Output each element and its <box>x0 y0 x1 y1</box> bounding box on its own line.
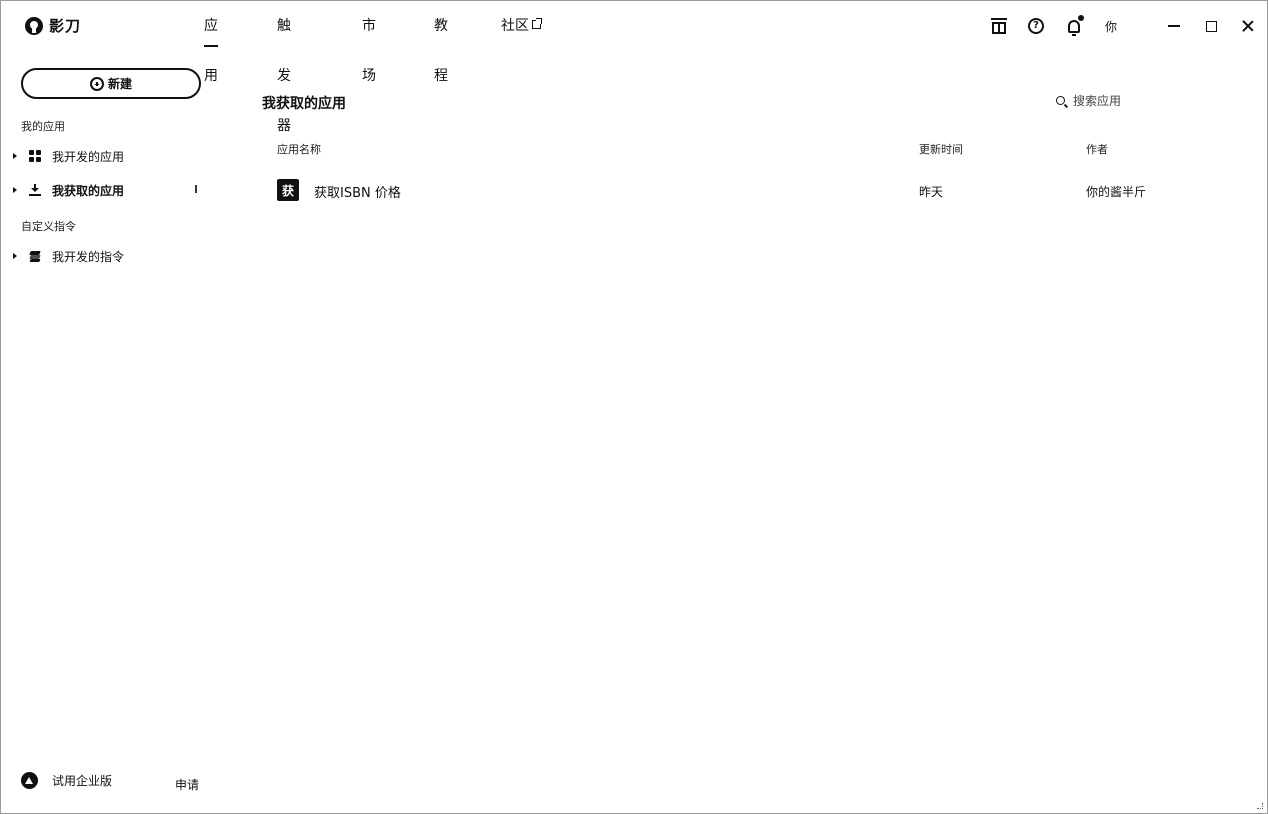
section-title-my-apps: 我的应用 <box>21 120 65 133</box>
help-icon: ? <box>1028 18 1044 34</box>
selection-indicator <box>195 185 197 193</box>
download-icon <box>29 184 41 196</box>
layers-icon <box>29 250 41 262</box>
app-icon: 获 <box>277 179 299 201</box>
close-icon <box>1242 20 1254 32</box>
app-updated: 昨天 <box>919 185 944 199</box>
search-placeholder: 搜索应用 <box>1073 94 1122 108</box>
close-button[interactable] <box>1233 13 1263 39</box>
new-button[interactable]: 新建 <box>21 68 201 99</box>
help-button[interactable]: ? <box>1024 13 1048 39</box>
app-window: 影刀 应用 触发器 市场 教程 社区 ? 你 新建 我的应用 我开发的应用 我获… <box>0 0 1268 814</box>
nav-tab-triggers[interactable]: 触发器 <box>277 1 291 134</box>
nav-tab-apps[interactable]: 应用 <box>204 1 218 84</box>
nav-tab-tutorials[interactable]: 教程 <box>434 1 448 84</box>
sidebar-item-developed-commands[interactable]: 我开发的指令 <box>13 244 203 268</box>
nav-tab-community[interactable]: 社区 <box>501 1 542 51</box>
bell-icon <box>1068 19 1080 36</box>
sidebar-item-label: 我开发的应用 <box>52 149 125 164</box>
app-logo: 影刀 <box>25 15 81 36</box>
notifications-button[interactable] <box>1062 13 1086 39</box>
expand-caret-icon[interactable] <box>13 153 17 159</box>
nav-tab-market[interactable]: 市场 <box>362 1 376 84</box>
user-menu[interactable]: 你 <box>1105 13 1117 39</box>
page-title: 我获取的应用 <box>262 96 346 112</box>
app-author: 你的酱半斤 <box>1086 185 1147 199</box>
column-header-name[interactable]: 应用名称 <box>277 141 321 157</box>
expand-caret-icon[interactable] <box>13 253 17 259</box>
section-title-custom-commands: 自定义指令 <box>21 220 76 233</box>
maximize-button[interactable] <box>1196 13 1226 39</box>
crown-icon <box>21 772 38 789</box>
gift-button[interactable] <box>987 13 1011 39</box>
maximize-icon <box>1205 20 1217 32</box>
apply-link[interactable]: 申请 <box>175 776 199 793</box>
app-title: 影刀 <box>49 17 82 35</box>
new-button-label: 新建 <box>107 77 132 91</box>
expand-caret-icon[interactable] <box>13 187 17 193</box>
sidebar-item-label: 我开发的指令 <box>52 249 125 264</box>
search-icon <box>1056 96 1065 105</box>
external-link-icon <box>532 18 542 29</box>
sidebar-item-label: 我获取的应用 <box>52 183 125 198</box>
search-input[interactable]: 搜索应用 <box>1056 92 1121 109</box>
trial-enterprise[interactable]: 试用企业版 <box>21 772 112 789</box>
gift-icon <box>991 18 1007 34</box>
app-name[interactable]: 获取ISBN 价格 <box>314 182 401 201</box>
sidebar-item-acquired-apps[interactable]: 我获取的应用 <box>13 178 203 202</box>
plus-icon <box>89 76 104 91</box>
notification-dot <box>1078 15 1084 21</box>
minimize-button[interactable] <box>1159 13 1189 39</box>
column-header-updated[interactable]: 更新时间 <box>919 141 963 157</box>
sidebar-item-developed-apps[interactable]: 我开发的应用 <box>13 144 203 168</box>
minimize-icon <box>1168 25 1180 27</box>
grid-icon <box>29 150 41 162</box>
logo-icon <box>25 16 43 35</box>
resize-grip[interactable] <box>1257 803 1263 809</box>
column-header-author[interactable]: 作者 <box>1086 141 1108 157</box>
user-label: 你 <box>1105 19 1118 34</box>
trial-label: 试用企业版 <box>52 774 113 788</box>
